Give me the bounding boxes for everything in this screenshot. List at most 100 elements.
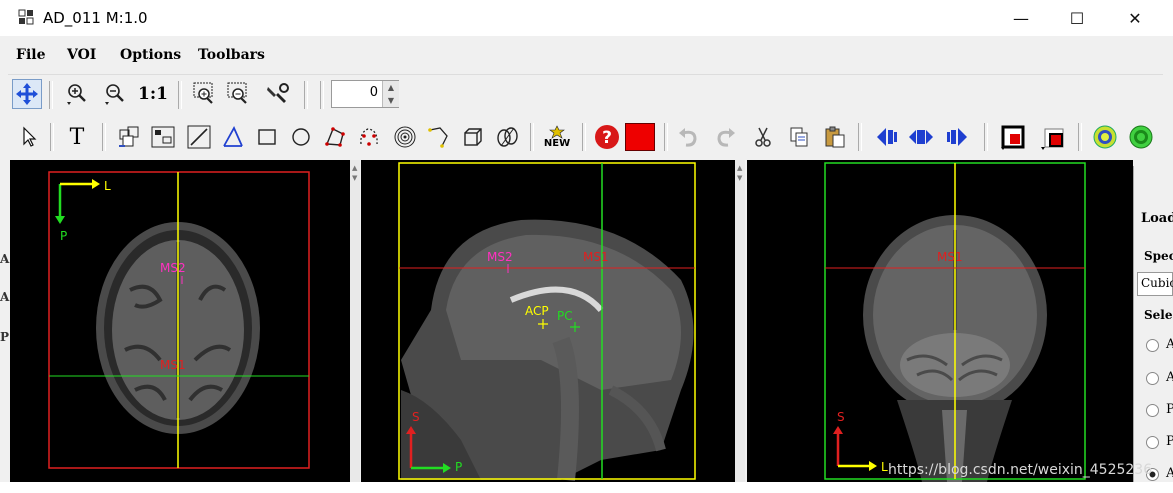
- splitter-1[interactable]: ▲ ▼: [350, 160, 360, 482]
- voi-ungroup-icon: [151, 126, 175, 148]
- close-button[interactable]: ✕: [1112, 0, 1158, 36]
- protractor-tool-button[interactable]: [218, 122, 248, 152]
- radio-option-2-label: A: [1166, 370, 1173, 385]
- new-voi-button[interactable]: NEW: [542, 122, 572, 152]
- voi-ungroup-button[interactable]: [148, 122, 178, 152]
- split-voi-button[interactable]: [492, 122, 522, 152]
- zoom-region-in-button[interactable]: [190, 79, 220, 109]
- voi-group-button[interactable]: [114, 122, 144, 152]
- spinner-down-arrow-icon[interactable]: ▼: [382, 94, 399, 107]
- levelset-icon: [360, 128, 378, 146]
- rectangle-tool-button[interactable]: [252, 122, 282, 152]
- splitter-2[interactable]: ▲ ▼: [735, 160, 745, 482]
- sagittal-orient-v-label: S: [412, 410, 420, 424]
- redo-arrow-icon: [717, 128, 735, 147]
- coronal-orient-v-label: S: [837, 410, 845, 424]
- zoom-one-to-one-button[interactable]: 1:1: [138, 79, 168, 109]
- protractor-icon: [223, 125, 243, 147]
- separator: [858, 123, 862, 151]
- sagittal-orient-h-label: P: [455, 460, 462, 474]
- separator: [178, 81, 182, 109]
- zoom-in-button[interactable]: [62, 79, 92, 109]
- window-title: AD_011 M:1.0: [43, 9, 148, 27]
- radio-option-3-label: P: [1166, 402, 1173, 417]
- zoom-region-out-button[interactable]: [224, 79, 254, 109]
- voi-backward-button[interactable]: [906, 122, 936, 152]
- sagittal-marker-ms1[interactable]: MS1: [583, 250, 609, 264]
- radio-option-1-label: A: [1166, 337, 1173, 352]
- ellipse-icon: [292, 128, 310, 146]
- sagittal-brain-image: [401, 219, 694, 481]
- text-tool-button[interactable]: T: [62, 122, 92, 152]
- axial-view[interactable]: L P MS2 MS1: [10, 160, 350, 482]
- quick-mask-button[interactable]: [1090, 122, 1120, 152]
- line-icon: [187, 125, 211, 149]
- color-fill-icon: [1041, 128, 1064, 150]
- property-color-a-button[interactable]: [998, 122, 1028, 152]
- move-arrows-icon: [16, 83, 38, 105]
- minimize-button[interactable]: —: [998, 0, 1044, 36]
- cube-icon: [464, 128, 482, 146]
- radio-option-1[interactable]: [1146, 339, 1159, 352]
- polyline-tool-button[interactable]: [424, 122, 454, 152]
- help-question-icon: ?: [595, 125, 619, 149]
- move-backward-icon: [909, 130, 933, 144]
- sagittal-view[interactable]: S P MS2 MS1 ACP PC: [361, 160, 735, 482]
- pointer-tool-button[interactable]: [14, 122, 44, 152]
- radio-option-2[interactable]: [1146, 372, 1159, 385]
- coronal-view[interactable]: S L MS1: [747, 160, 1133, 482]
- radio-option-5-label: A: [1166, 466, 1173, 481]
- cube-tool-button[interactable]: [458, 122, 488, 152]
- line-tool-button[interactable]: [184, 122, 214, 152]
- tools-button[interactable]: [262, 79, 292, 109]
- voi-back-button[interactable]: [872, 122, 902, 152]
- move-tool-button[interactable]: [12, 79, 42, 109]
- point-tool-button[interactable]: [390, 122, 420, 152]
- property-color-b-button[interactable]: [1038, 122, 1068, 152]
- polyline-icon: [428, 127, 448, 148]
- menu-toolbars[interactable]: Toolbars: [198, 47, 265, 63]
- copy-button[interactable]: [784, 122, 814, 152]
- ellipse-tool-button[interactable]: [286, 122, 316, 152]
- menu-voi[interactable]: VOI: [67, 47, 96, 63]
- zoom-region-icon: [193, 82, 213, 104]
- axial-marker-ms2[interactable]: MS2: [160, 261, 186, 275]
- quick-mask-inverse-icon: [1129, 125, 1153, 149]
- voi-front-button[interactable]: [942, 122, 972, 152]
- axial-marker-ms1[interactable]: MS1: [160, 358, 186, 372]
- color-swatch: [625, 123, 655, 151]
- zoom-in-icon: [67, 84, 86, 105]
- polygon-tool-button[interactable]: [320, 122, 350, 152]
- spinner-up-arrow-icon[interactable]: ▲: [382, 81, 399, 94]
- zoom-spinner-value[interactable]: 0: [336, 85, 378, 100]
- maximize-button[interactable]: ☐: [1054, 0, 1100, 36]
- undo-arrow-icon: [679, 128, 697, 147]
- levelset-tool-button[interactable]: [354, 122, 384, 152]
- coronal-marker-ms1[interactable]: MS1: [937, 250, 963, 264]
- edge-char: A: [0, 252, 10, 266]
- voi-group-icon: [119, 126, 139, 147]
- radio-option-4[interactable]: [1146, 436, 1159, 449]
- separator: [102, 123, 106, 151]
- interpolation-value: Cubic: [1141, 276, 1173, 290]
- radio-option-3[interactable]: [1146, 404, 1159, 417]
- separator: [49, 81, 53, 109]
- undo-button[interactable]: [674, 122, 704, 152]
- watermark-text: https://blog.csdn.net/weixin_4525236: [888, 462, 1153, 478]
- help-button[interactable]: ?: [592, 122, 622, 152]
- menu-options[interactable]: Options: [120, 47, 181, 63]
- redo-button[interactable]: [710, 122, 740, 152]
- paste-button[interactable]: [820, 122, 850, 152]
- menu-file[interactable]: File: [16, 47, 45, 63]
- quick-mask-inverse-button[interactable]: [1126, 122, 1156, 152]
- zoom-out-button[interactable]: [100, 79, 130, 109]
- sagittal-marker-pc[interactable]: PC: [557, 309, 573, 323]
- cut-button[interactable]: [748, 122, 778, 152]
- voi-color-button[interactable]: [624, 121, 656, 153]
- side-load-label[interactable]: Load: [1141, 211, 1173, 226]
- sagittal-marker-acp[interactable]: ACP: [525, 304, 549, 318]
- split-shape-icon: [497, 127, 518, 147]
- sagittal-marker-ms2[interactable]: MS2: [487, 250, 513, 264]
- move-front-icon: [947, 128, 967, 146]
- separator: [304, 81, 308, 109]
